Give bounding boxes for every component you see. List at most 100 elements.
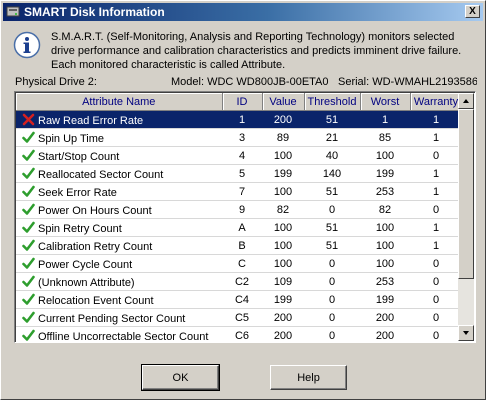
cell-worst: 100 [360,236,410,255]
description-text: S.M.A.R.T. (Self-Monitoring, Analysis an… [51,31,462,71]
table-row[interactable]: Seek Error Rate 7 100 51 253 1 [16,182,462,201]
green-check-icon [22,275,38,289]
cell-worst: 100 [360,218,410,237]
cell-threshold: 0 [304,272,360,291]
green-check-icon [22,311,38,325]
cell-id: C [222,254,262,273]
cell-value: 100 [262,236,304,255]
scrollbar-thumb[interactable] [458,109,474,279]
attribute-name: Calibration Retry Count [38,240,153,253]
attribute-name: Power Cycle Count [38,258,133,271]
cell-name: Power On Hours Count [16,200,222,219]
table-row[interactable]: Raw Read Error Rate 1 200 51 1 1 [16,110,462,129]
red-x-icon [22,113,38,127]
attribute-name: Spin Up Time [38,132,105,145]
green-check-icon [22,221,38,235]
cell-worst: 253 [360,182,410,201]
cell-warranty: 0 [410,254,462,273]
column-header-attribute-name[interactable]: Attribute Name [16,93,223,111]
cell-name: Spin Retry Count [16,218,222,237]
table-row[interactable]: Current Pending Sector Count C5 200 0 200 0 [16,308,462,327]
column-header-warranty[interactable]: Warranty [410,93,463,111]
cell-worst: 82 [360,200,410,219]
cell-value: 100 [262,182,304,201]
table-row[interactable]: Power Cycle Count C 100 0 100 0 [16,254,462,273]
cell-value: 200 [262,308,304,327]
arrow-down-icon [463,331,469,335]
cell-value: 200 [262,110,304,129]
table-row[interactable]: Offline Uncorrectable Sector Count C6 200 0… [16,326,462,343]
ok-button[interactable]: OK [141,364,220,391]
cell-worst: 200 [360,326,410,342]
green-check-icon [22,131,38,145]
attributes-table: Attribute Name ID Value Threshold Worst … [16,93,463,343]
column-header-worst[interactable]: Worst [360,93,411,111]
table-row[interactable]: Relocation Event Count C4 199 0 199 0 [16,290,462,309]
cell-value: 199 [262,164,304,183]
cell-name: Current Pending Sector Count [16,308,222,327]
cell-name: Power Cycle Count [16,254,222,273]
table-row[interactable]: (Unknown Attribute) C2 109 0 253 0 [16,272,462,291]
cell-id: C4 [222,290,262,309]
cell-threshold: 51 [304,110,360,129]
info-icon [13,31,41,59]
cell-warranty: 1 [410,182,462,201]
attribute-name: Power On Hours Count [38,204,152,217]
title-bar[interactable]: SMART Disk Information X [3,3,483,21]
help-button[interactable]: Help [270,365,347,390]
column-header-value[interactable]: Value [262,93,305,111]
table-row[interactable]: Spin Retry Count A 100 51 100 1 [16,218,462,237]
table-row[interactable]: Reallocated Sector Count 5 199 140 199 1 [16,164,462,183]
cell-id: 1 [222,110,262,129]
cell-id: B [222,236,262,255]
cell-value: 199 [262,290,304,309]
cell-threshold: 0 [304,200,360,219]
cell-name: Seek Error Rate [16,182,222,201]
scroll-down-button[interactable] [458,325,474,341]
cell-name: Relocation Event Count [16,290,222,309]
table-row[interactable]: Calibration Retry Count B 100 51 100 1 [16,236,462,255]
cell-warranty: 1 [410,164,462,183]
green-check-icon [22,203,38,217]
cell-threshold: 21 [304,128,360,147]
cell-threshold: 51 [304,182,360,201]
cell-warranty: 0 [410,200,462,219]
cell-id: 3 [222,128,262,147]
column-header-threshold[interactable]: Threshold [304,93,361,111]
cell-name: Reallocated Sector Count [16,164,222,183]
cell-worst: 85 [360,128,410,147]
close-button[interactable]: X [465,5,480,18]
table-row[interactable]: Start/Stop Count 4 100 40 100 0 [16,146,462,165]
cell-id: C5 [222,308,262,327]
cell-worst: 199 [360,164,410,183]
cell-threshold: 51 [304,218,360,237]
cell-value: 100 [262,146,304,165]
cell-warranty: 1 [410,236,462,255]
cell-name: (Unknown Attribute) [16,272,222,291]
drive-serial: Serial: WD-WMAHL2193586 [338,76,477,88]
attribute-name: Start/Stop Count [38,150,120,163]
cell-worst: 199 [360,290,410,309]
cell-worst: 253 [360,272,410,291]
cell-warranty: 0 [410,308,462,327]
table-row[interactable]: Spin Up Time 3 89 21 85 1 [16,128,462,147]
green-check-icon [22,167,38,181]
attribute-name: Spin Retry Count [38,222,122,235]
cell-warranty: 0 [410,290,462,309]
cell-name: Raw Read Error Rate [16,110,222,129]
cell-name: Calibration Retry Count [16,236,222,255]
column-header-id[interactable]: ID [222,93,263,111]
cell-warranty: 1 [410,128,462,147]
table-body: Raw Read Error Rate 1 200 51 1 1 Spin Up Time 3… [16,110,462,343]
green-check-icon [22,239,38,253]
green-check-icon [22,329,38,343]
cell-id: C6 [222,326,262,342]
table-row[interactable]: Power On Hours Count 9 82 0 82 0 [16,200,462,219]
cell-worst: 1 [360,110,410,129]
arrow-up-icon [463,99,469,103]
vertical-scrollbar[interactable] [458,93,474,341]
attribute-name: Relocation Event Count [38,294,154,307]
scroll-up-button[interactable] [458,93,474,109]
attribute-name: Reallocated Sector Count [38,168,164,181]
cell-threshold: 51 [304,236,360,255]
